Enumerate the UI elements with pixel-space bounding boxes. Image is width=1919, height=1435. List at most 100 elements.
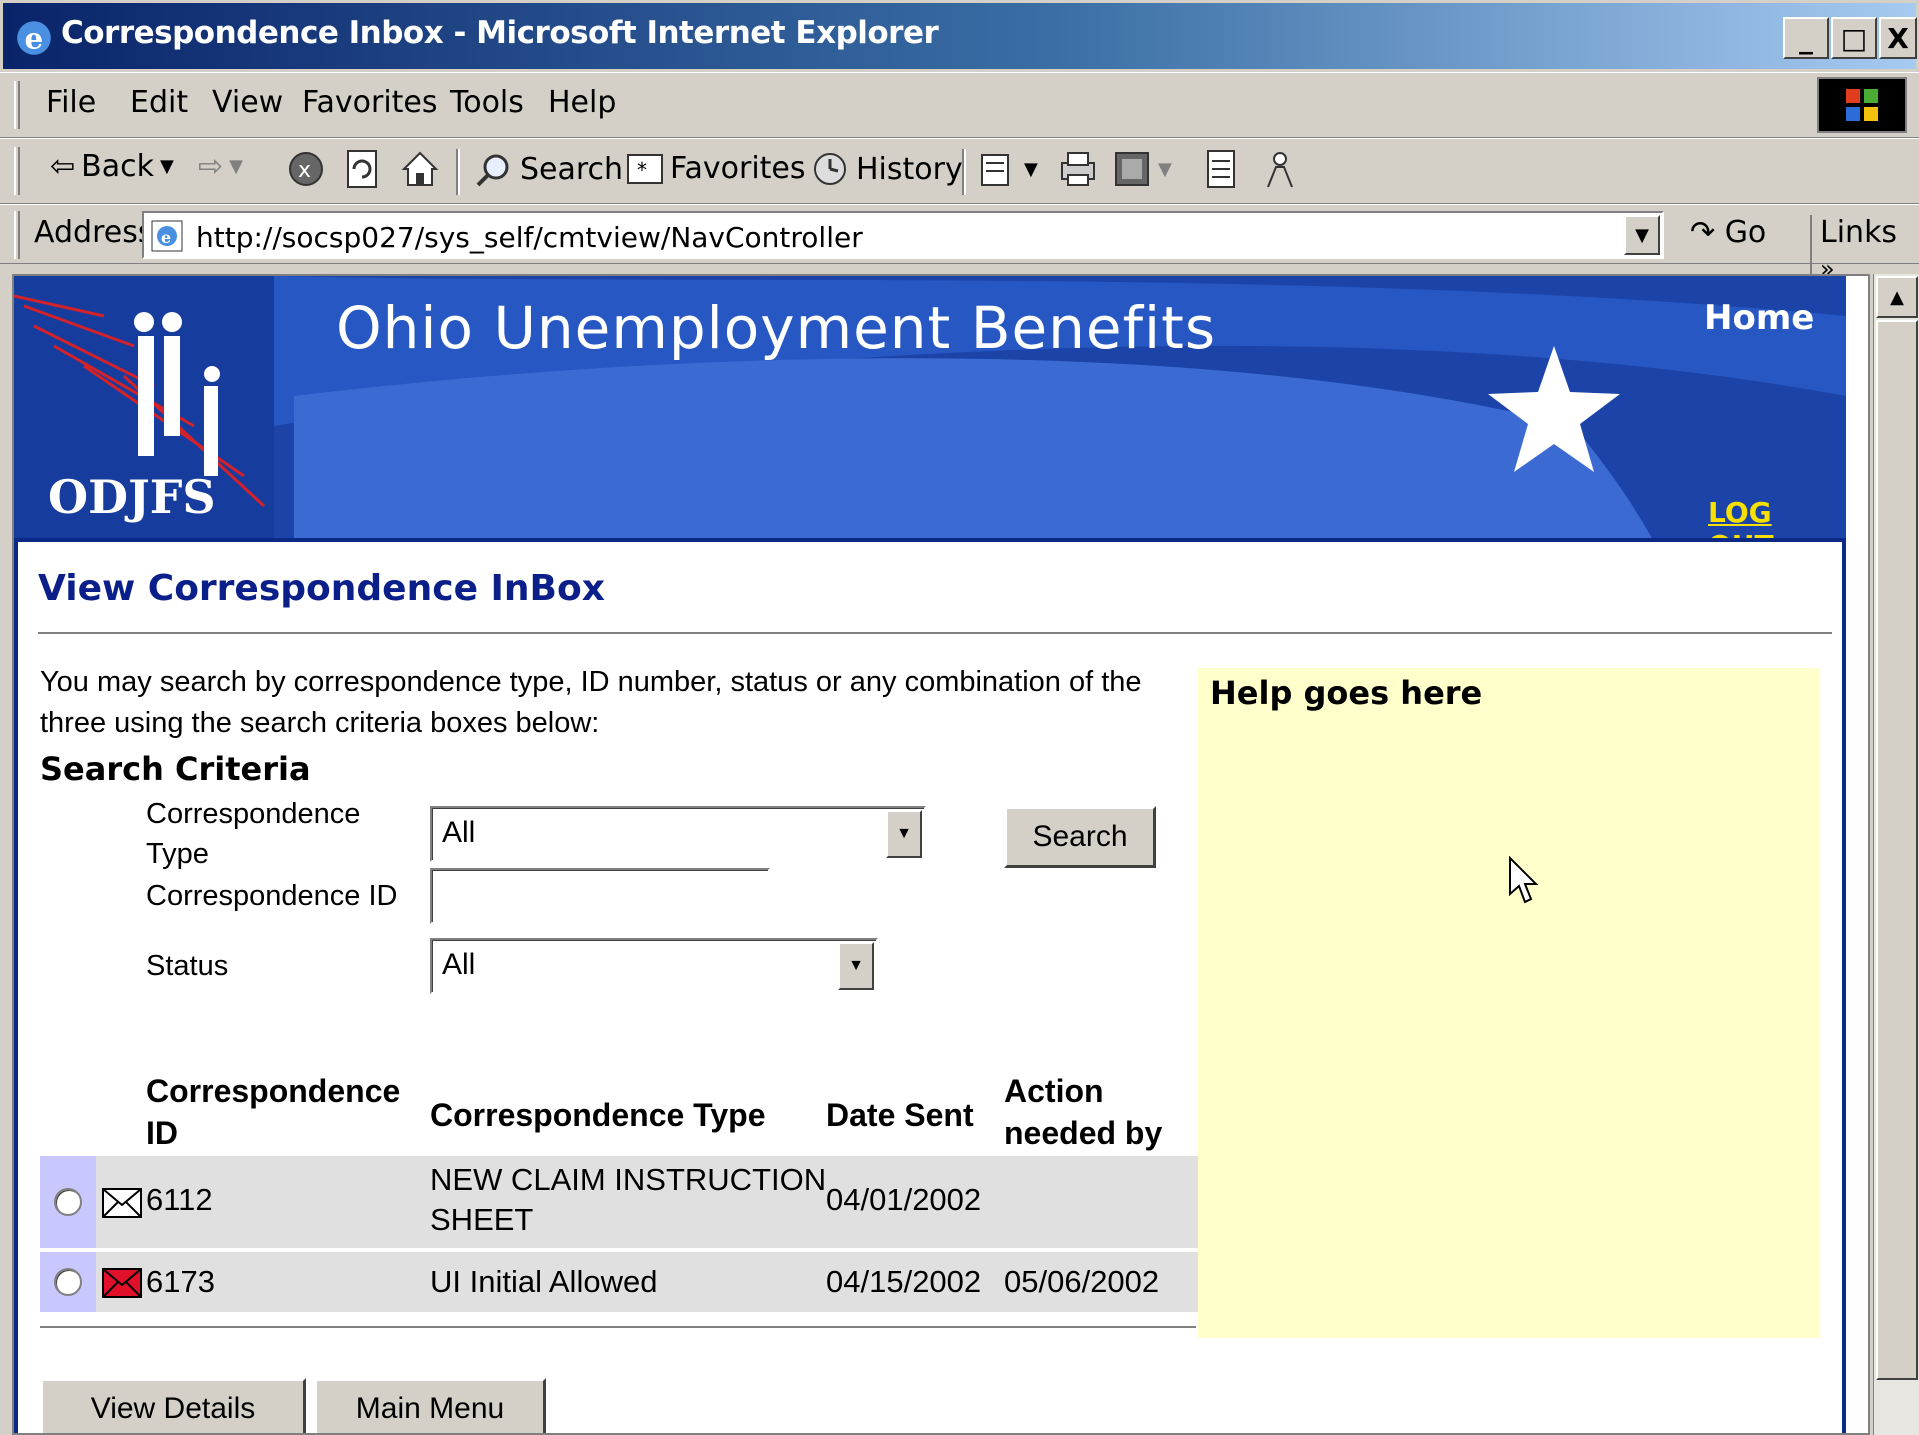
go-label: Go: [1724, 215, 1767, 250]
table-row[interactable]: 6173 UI Initial Allowed 04/15/2002 05/06…: [40, 1252, 1198, 1312]
type-select-value: All: [442, 816, 476, 849]
document-icon: [1207, 150, 1235, 188]
back-arrow-icon: ⇦: [50, 149, 76, 184]
standard-toolbar: ⇦ Back ▼ ⇨ ▼ x Search * Favorites Histor…: [0, 138, 1919, 204]
forward-arrow-icon: ⇨: [198, 149, 224, 184]
header-id-line-1: Correspondence: [146, 1073, 401, 1109]
row-type: UI Initial Allowed: [430, 1264, 658, 1299]
close-button[interactable]: X: [1879, 17, 1917, 59]
scroll-up-button[interactable]: ▲: [1876, 276, 1918, 318]
column-header-date[interactable]: Date Sent: [826, 1094, 974, 1136]
type-dropdown-button[interactable]: ▼: [886, 810, 922, 858]
mail-button[interactable]: ▼: [978, 149, 1038, 189]
search-button[interactable]: Search: [474, 149, 623, 189]
windows-logo-icon: [1817, 77, 1907, 133]
menu-help[interactable]: Help: [540, 81, 624, 124]
correspondence-type-select[interactable]: All ▼: [430, 806, 926, 862]
window-title: Correspondence Inbox - Microsoft Interne…: [61, 15, 939, 51]
scroll-thumb[interactable]: [1876, 320, 1918, 1380]
divider: [38, 632, 1832, 634]
menu-edit[interactable]: Edit: [122, 81, 196, 124]
edit-page-icon: [1115, 152, 1149, 186]
back-label: Back: [81, 149, 154, 184]
chevron-down-icon: ▼: [896, 825, 912, 842]
page-icon: e: [151, 220, 183, 252]
address-grip: [14, 211, 20, 259]
site-title: Ohio Unemployment Benefits: [336, 294, 1217, 362]
row-id: 6173: [146, 1264, 215, 1299]
window-title-bar: e Correspondence Inbox - Microsoft Inter…: [0, 0, 1919, 72]
row-date: 04/15/2002: [826, 1264, 982, 1299]
home-button[interactable]: [400, 149, 440, 189]
stop-icon: x: [289, 152, 323, 186]
history-button[interactable]: History: [810, 149, 963, 189]
correspondence-id-input[interactable]: [430, 868, 770, 924]
correspondence-id-label: Correspondence ID: [146, 880, 398, 912]
menu-file[interactable]: File: [38, 81, 104, 124]
maximize-button[interactable]: □: [1831, 17, 1877, 59]
refresh-button[interactable]: [344, 149, 380, 189]
stop-button[interactable]: x: [286, 149, 326, 189]
type-label-line-1: Correspondence: [146, 798, 361, 830]
help-text: Help goes here: [1210, 674, 1483, 712]
column-header-type[interactable]: Correspondence Type: [430, 1094, 765, 1136]
divider: [40, 1326, 1196, 1328]
address-bar: Address e http://socsp027/sys_self/cmtvi…: [0, 204, 1919, 285]
row-date: 04/01/2002: [826, 1182, 982, 1217]
favorites-icon: *: [627, 154, 663, 184]
row-type-line-1: NEW CLAIM INSTRUCTION: [430, 1162, 827, 1197]
header-id-line-2: ID: [146, 1115, 178, 1151]
print-button[interactable]: [1058, 149, 1098, 189]
chevron-down-icon: ▼: [1635, 224, 1649, 246]
back-button[interactable]: ⇦ Back ▼: [50, 149, 174, 184]
address-input[interactable]: e http://socsp027/sys_self/cmtview/NavCo…: [142, 211, 1664, 259]
vertical-scrollbar[interactable]: ▲: [1873, 274, 1919, 1435]
search-button-form[interactable]: Search: [1004, 806, 1156, 868]
messenger-button[interactable]: [1262, 149, 1298, 189]
star-icon: [1488, 346, 1620, 472]
go-button[interactable]: ↷ Go: [1690, 215, 1766, 250]
menu-tools[interactable]: Tools: [442, 81, 532, 124]
envelope-read-icon: [102, 1188, 142, 1218]
row-radio[interactable]: [54, 1188, 82, 1216]
status-select-value: All: [442, 948, 476, 981]
address-dropdown-button[interactable]: ▼: [1624, 215, 1660, 255]
view-details-button[interactable]: View Details: [40, 1378, 306, 1433]
favorites-button[interactable]: * Favorites: [626, 149, 806, 187]
chevron-down-icon: ▼: [229, 156, 243, 177]
main-menu-button[interactable]: Main Menu: [314, 1378, 546, 1433]
home-link[interactable]: Home: [1704, 298, 1814, 338]
row-type-line-2: SHEET: [430, 1202, 534, 1237]
svg-text:x: x: [298, 158, 311, 183]
edit-button[interactable]: ▼: [1112, 149, 1172, 189]
search-label: Search: [520, 151, 624, 187]
logout-link[interactable]: LOG OUT: [1708, 496, 1846, 538]
menu-bar: File Edit View Favorites Tools Help: [0, 72, 1919, 138]
toolbar-grip: [14, 147, 20, 195]
mail-icon: [981, 154, 1009, 186]
chevron-down-icon: ▼: [159, 156, 174, 177]
refresh-icon: [347, 150, 377, 188]
svg-text:e: e: [161, 228, 171, 247]
row-radio[interactable]: [54, 1268, 82, 1296]
discuss-button[interactable]: [1204, 149, 1238, 189]
page-viewport: ODJFS Ohio Unemployment Benefits Home LO…: [12, 274, 1870, 1435]
status-select[interactable]: All ▼: [430, 938, 878, 994]
menu-favorites[interactable]: Favorites: [294, 81, 446, 124]
internet-explorer-icon: e: [17, 20, 51, 55]
column-header-action[interactable]: Action needed by: [1004, 1070, 1162, 1154]
minimize-button[interactable]: _: [1783, 17, 1829, 59]
menu-view[interactable]: View: [204, 81, 291, 124]
envelope-unread-icon: [102, 1268, 142, 1298]
correspondence-type-label: Correspondence Type: [146, 794, 360, 874]
toolbar-separator: [962, 149, 966, 195]
column-header-id[interactable]: Correspondence ID: [146, 1070, 400, 1154]
toolbar-separator: [456, 149, 460, 195]
table-row[interactable]: 6112 NEW CLAIM INSTRUCTION SHEET 04/01/2…: [40, 1156, 1198, 1248]
type-label-line-2: Type: [146, 838, 209, 870]
go-arrow-icon: ↷: [1690, 215, 1716, 250]
chevron-down-icon: ▼: [1158, 158, 1172, 180]
forward-button[interactable]: ⇨ ▼: [198, 149, 243, 184]
status-dropdown-button[interactable]: ▼: [838, 942, 874, 990]
svg-text:*: *: [637, 158, 647, 182]
